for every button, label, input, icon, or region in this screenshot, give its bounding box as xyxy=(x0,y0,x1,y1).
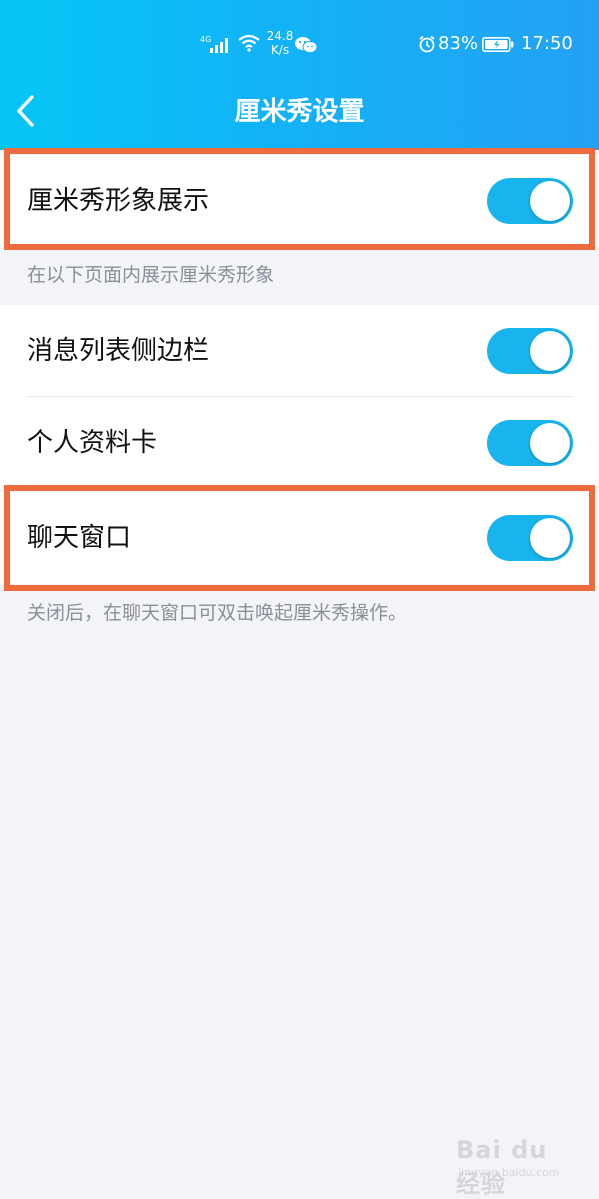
battery-icon xyxy=(482,37,514,52)
network-speed-unit: K/s xyxy=(270,43,290,57)
page-title: 厘米秀设置 xyxy=(234,97,365,127)
setting-label-display: 厘米秀形象展示 xyxy=(27,186,210,216)
setting-row-message-list-sidebar[interactable]: 消息列表侧边栏 xyxy=(0,305,599,397)
toggle-message-list-sidebar[interactable] xyxy=(487,328,573,374)
signal-icon: 4G xyxy=(200,35,228,53)
wechat-icon xyxy=(295,37,318,54)
setting-row-display[interactable]: 厘米秀形象展示 xyxy=(0,155,599,247)
toggle-knob xyxy=(530,181,570,221)
network-type: 4G xyxy=(200,35,211,44)
toggle-knob xyxy=(530,518,570,558)
battery-percent: 83% xyxy=(438,33,479,54)
setting-row-chat-window[interactable]: 聊天窗口 xyxy=(0,492,599,584)
network-speed-value: 24.8 xyxy=(266,29,294,43)
clock-time: 17:50 xyxy=(521,33,573,54)
setting-label-chat-window: 聊天窗口 xyxy=(27,523,132,553)
alarm-icon xyxy=(419,35,435,53)
setting-row-profile-card[interactable]: 个人资料卡 xyxy=(0,397,599,489)
section-note: 在以下页面内展示厘米秀形象 xyxy=(27,264,275,286)
wifi-icon xyxy=(238,34,260,52)
toggle-knob xyxy=(530,331,570,371)
setting-label-profile-card: 个人资料卡 xyxy=(27,428,158,458)
toggle-knob xyxy=(530,423,570,463)
footer-note: 关闭后，在聊天窗口可双击唤起厘米秀操作。 xyxy=(27,602,408,624)
row-divider xyxy=(27,488,572,489)
toggle-profile-card[interactable] xyxy=(487,420,573,466)
toggle-display[interactable] xyxy=(487,178,573,224)
toggle-chat-window[interactable] xyxy=(487,515,573,561)
watermark-url: jingyan.baidu.com xyxy=(458,1166,560,1179)
setting-label-message-list-sidebar: 消息列表侧边栏 xyxy=(27,336,210,366)
baidu-watermark: Bai du 经验 jingyan.baidu.com xyxy=(456,1128,576,1198)
network-speed: 24.8 K/s xyxy=(262,29,298,57)
status-bar: 4G 24.8 K/s 83% 17:50 xyxy=(0,0,599,84)
